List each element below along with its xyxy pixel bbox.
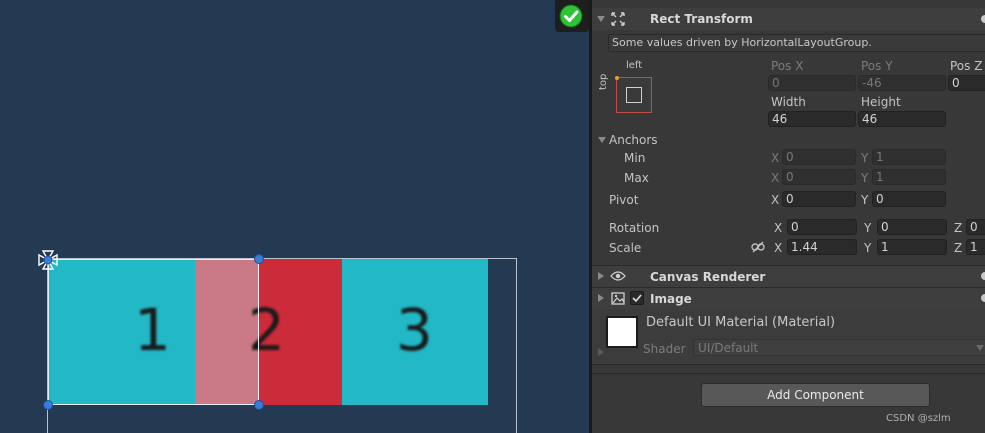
scale-x-axis: X — [774, 241, 783, 255]
green-check-circle-icon — [559, 4, 583, 28]
section-divider — [592, 373, 985, 374]
canvas-renderer-title: Canvas Renderer — [650, 270, 766, 284]
add-component-button[interactable]: Add Component — [701, 383, 930, 407]
rot-z-axis: Z — [954, 221, 963, 235]
image-expand-icon[interactable] — [598, 294, 604, 302]
eye-icon — [610, 271, 626, 281]
checkmark-icon — [632, 294, 642, 303]
check-badge[interactable] — [555, 0, 589, 32]
rotation-y-field[interactable]: 0 — [877, 219, 947, 235]
max-y-axis: Y — [861, 171, 869, 185]
shader-label: Shader — [643, 342, 686, 356]
rect-transform-title: Rect Transform — [650, 12, 753, 26]
pos-z-label: Pos Z — [950, 59, 983, 73]
image-header[interactable]: Image — [592, 287, 985, 309]
height-field[interactable]: 46 — [858, 111, 946, 127]
scale-y-axis: Y — [864, 241, 872, 255]
pos-z-field[interactable]: 0 — [948, 75, 985, 91]
pivot-x-field[interactable]: 0 — [782, 191, 856, 207]
anchor-pivot-icon[interactable] — [36, 248, 60, 272]
min-x-axis: X — [771, 151, 780, 165]
anchor-preset-square — [626, 87, 642, 103]
min-label: Min — [624, 151, 646, 165]
height-label: Height — [861, 95, 901, 109]
image-enabled-checkbox[interactable] — [630, 291, 644, 305]
image-title: Image — [650, 292, 692, 306]
width-label: Width — [771, 95, 806, 109]
shader-dropdown[interactable]: UI/Default — [693, 339, 985, 356]
handle-bottom-right[interactable] — [254, 400, 264, 410]
anchor-preset-dot — [615, 76, 619, 80]
handle-bottom-left[interactable] — [43, 400, 53, 410]
shader-value: UI/Default — [698, 341, 759, 355]
max-y-field[interactable]: 1 — [872, 169, 946, 185]
rotation-label: Rotation — [609, 221, 660, 235]
cell-3-label: 3 — [396, 296, 433, 364]
rotation-z-field[interactable]: 0 — [966, 219, 985, 235]
pivot-y-axis: Y — [861, 193, 869, 207]
constrain-proportions-icon[interactable] — [751, 240, 765, 254]
image-menu-icon[interactable] — [981, 294, 985, 302]
pivot-label: Pivot — [609, 193, 639, 207]
rotation-x-field[interactable]: 0 — [787, 219, 857, 235]
rect-transform-header[interactable]: Rect Transform — [592, 8, 985, 30]
pos-y-label: Pos Y — [861, 59, 893, 73]
pivot-y-field[interactable]: 0 — [872, 191, 946, 207]
max-x-field[interactable]: 0 — [782, 169, 856, 185]
pos-x-field[interactable]: 0 — [768, 75, 856, 91]
material-preview[interactable] — [606, 316, 638, 348]
pos-x-label: Pos X — [771, 59, 804, 73]
anchors-expand-icon[interactable] — [598, 137, 606, 143]
inspector-panel: Rect Transform Some values driven by Hor… — [592, 0, 985, 433]
anchors-label[interactable]: Anchors — [609, 133, 658, 147]
handle-top-right[interactable] — [254, 254, 264, 264]
min-y-axis: Y — [861, 151, 869, 165]
min-x-field[interactable]: 0 — [782, 149, 856, 165]
min-y-field[interactable]: 1 — [872, 149, 946, 165]
pos-y-field[interactable]: -46 — [858, 75, 946, 91]
scene-view[interactable]: 1 2 3 — [0, 0, 589, 433]
rot-y-axis: Y — [864, 221, 872, 235]
driven-info-text: Some values driven by HorizontalLayoutGr… — [612, 36, 872, 49]
scale-label: Scale — [609, 241, 642, 255]
anchor-preset-button[interactable] — [615, 76, 652, 113]
max-label: Max — [624, 171, 649, 185]
image-component-icon — [611, 292, 625, 305]
component-menu-icon[interactable] — [981, 15, 985, 23]
selection-rect — [48, 259, 259, 405]
canvas-renderer-menu-icon[interactable] — [981, 272, 985, 280]
canvas-renderer-expand-icon[interactable] — [598, 272, 604, 280]
pivot-x-axis: X — [771, 193, 780, 207]
material-name[interactable]: Default UI Material (Material) — [646, 316, 835, 330]
anchor-preset-h-label: left — [626, 60, 643, 71]
canvas-renderer-header[interactable]: Canvas Renderer — [592, 265, 985, 287]
scale-y-field[interactable]: 1 — [877, 239, 947, 255]
scale-x-field[interactable]: 1.44 — [787, 239, 857, 255]
driven-info-box: Some values driven by HorizontalLayoutGr… — [608, 34, 985, 52]
scale-z-axis: Z — [954, 241, 963, 255]
material-section: Default UI Material (Material) Shader UI… — [592, 309, 985, 365]
material-expand-icon[interactable] — [598, 348, 604, 356]
scale-z-field[interactable]: 1 — [966, 239, 985, 255]
max-x-axis: X — [771, 171, 780, 185]
width-field[interactable]: 46 — [768, 111, 856, 127]
watermark: CSDN @szlm — [886, 413, 951, 424]
rot-x-axis: X — [774, 221, 783, 235]
anchor-preset-v-label: top — [598, 73, 609, 90]
rect-transform-icon — [611, 12, 625, 26]
expand-arrow-icon[interactable] — [597, 16, 605, 22]
shader-dropdown-chevron-icon — [976, 345, 984, 351]
